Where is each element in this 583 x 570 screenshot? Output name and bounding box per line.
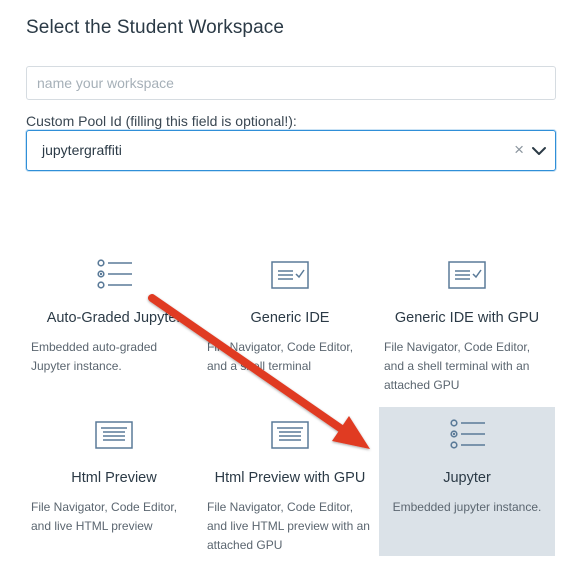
pool-id-select[interactable]: jupytergraffiti × xyxy=(26,130,556,171)
ide-window-icon xyxy=(448,261,486,289)
pool-id-label: Custom Pool Id (filling this field is op… xyxy=(26,113,297,129)
html-window-icon xyxy=(95,421,133,449)
card-description: File Navigator, Code Editor, and a shell… xyxy=(384,340,531,392)
card-title: Auto-Graded Jupyter xyxy=(46,310,182,326)
workspace-card-html-preview-gpu[interactable]: Html Preview with GPU File Navigator, Co… xyxy=(202,407,378,555)
card-title: Html Preview with GPU xyxy=(214,470,366,486)
ide-window-icon xyxy=(271,261,309,289)
html-window-icon xyxy=(271,421,309,449)
card-title: Generic IDE xyxy=(250,310,330,326)
card-description: File Navigator, Code Editor, and live HT… xyxy=(31,500,178,533)
pool-id-value: jupytergraffiti xyxy=(42,142,122,158)
card-title: Jupyter xyxy=(443,470,491,486)
checklist-icon xyxy=(450,419,485,449)
workspace-name-input[interactable] xyxy=(26,66,556,100)
chevron-down-icon[interactable] xyxy=(531,143,547,159)
checklist-icon xyxy=(97,259,132,289)
workspace-card-generic-ide-gpu[interactable]: Generic IDE with GPU File Navigator, Cod… xyxy=(379,247,555,395)
workspace-card-jupyter[interactable]: Jupyter Embedded jupyter instance. xyxy=(379,407,555,556)
workspace-card-generic-ide[interactable]: Generic IDE File Navigator, Code Editor,… xyxy=(202,247,378,395)
workspace-card-html-preview[interactable]: Html Preview File Navigator, Code Editor… xyxy=(26,407,202,555)
card-title: Generic IDE with GPU xyxy=(394,310,540,326)
card-title: Html Preview xyxy=(71,470,157,486)
card-description: Embedded auto-graded Jupyter instance. xyxy=(31,340,158,373)
card-description: File Navigator, Code Editor, and live HT… xyxy=(207,500,370,552)
card-description: File Navigator, Code Editor, and a shell… xyxy=(207,340,354,373)
card-description: Embedded jupyter instance. xyxy=(392,500,542,514)
page-title: Select the Student Workspace xyxy=(26,17,285,38)
clear-icon[interactable]: × xyxy=(514,139,524,161)
workspace-card-auto-graded-jupyter[interactable]: Auto-Graded Jupyter Embedded auto-graded… xyxy=(26,247,202,395)
